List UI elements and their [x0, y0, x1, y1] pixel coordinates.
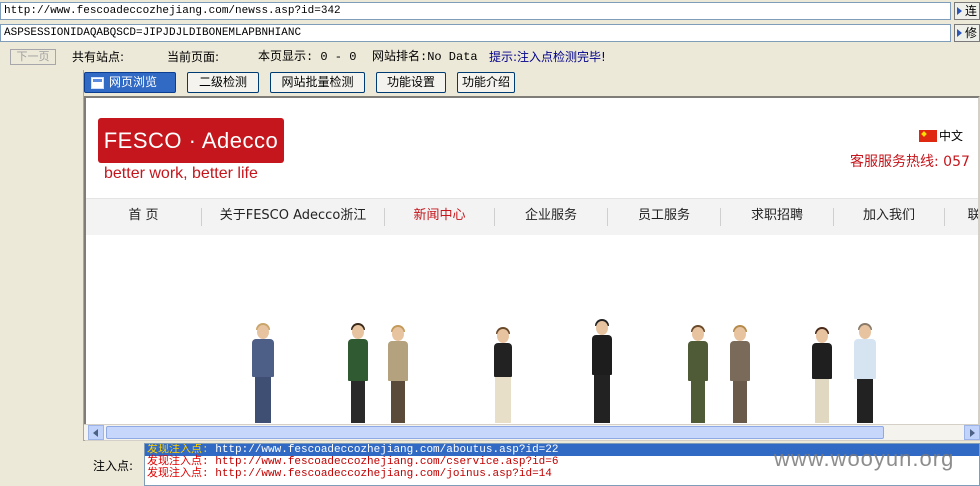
tab-web-browse[interactable]: 网页浏览: [84, 72, 176, 93]
person-figure: [344, 323, 372, 423]
injection-url: http://www.fescoadeccozhejiang.com/cserv…: [215, 456, 559, 468]
tab-label: 网页浏览: [109, 75, 158, 89]
person-figure: [384, 325, 412, 423]
modify-button-label: 修: [965, 26, 978, 40]
person-figure: [684, 325, 712, 423]
browser-window-icon: [91, 77, 104, 89]
logo-wordmark: FESCO · Adecco: [98, 118, 284, 163]
injection-prefix: 发现注入点:: [147, 444, 209, 456]
scrollbar-thumb[interactable]: [106, 426, 884, 439]
injection-prefix: 发现注入点:: [147, 456, 209, 468]
nav-enterprise-services[interactable]: 企业服务: [495, 199, 607, 235]
scroll-right-arrow-icon[interactable]: [964, 425, 980, 440]
injection-url: http://www.fescoadeccozhejiang.com/joinu…: [215, 468, 552, 480]
modify-cookie-button[interactable]: 修: [954, 24, 980, 42]
tab-about[interactable]: 功能介绍: [457, 72, 515, 93]
tab-settings[interactable]: 功能设置: [376, 72, 446, 93]
status-tip: 提示:注入点检测完毕!: [489, 50, 606, 64]
injection-label: 注入点:: [93, 459, 134, 473]
sites-count-label: 共有站点:: [72, 50, 125, 64]
person-figure: [726, 325, 754, 423]
site-rank: 网站排名:No Data: [372, 50, 478, 64]
language-label: 中文: [939, 129, 964, 143]
current-page-label: 当前页面:: [167, 50, 220, 64]
nav-news[interactable]: 新闻中心: [385, 199, 494, 235]
injection-prefix: 发现注入点:: [147, 468, 209, 480]
browser-viewport[interactable]: FESCO · Adecco better work, better life …: [84, 96, 980, 441]
watermark: www.wooyun.org: [774, 446, 955, 471]
cookie-input[interactable]: ASPSESSIONIDAQABQSCD=JIPJDJLDIBONEMLAPBN…: [0, 24, 951, 42]
go-button-label: 连: [965, 4, 978, 18]
injection-url: http://www.fescoadeccozhejiang.com/about…: [215, 444, 559, 456]
logo-slogan: better work, better life: [104, 165, 258, 182]
nav-employee-services[interactable]: 员工服务: [608, 199, 720, 235]
person-figure: [582, 319, 622, 423]
page-display-range: 本页显示: 0 - 0: [258, 50, 357, 64]
left-panel: [0, 70, 84, 441]
nav-divider: [944, 208, 945, 226]
china-flag-icon: [919, 130, 937, 142]
tab-level2-detect[interactable]: 二级检测: [187, 72, 259, 93]
person-figure: [850, 323, 880, 423]
fesco-adecco-logo[interactable]: FESCO · Adecco better work, better life: [98, 118, 285, 189]
next-page-button[interactable]: 下一页: [10, 49, 56, 65]
nav-join-us[interactable]: 加入我们: [834, 199, 944, 235]
arrow-icon: [957, 29, 962, 37]
language-switch[interactable]: 中文: [919, 127, 963, 144]
person-figure: [248, 323, 278, 423]
horizontal-scrollbar[interactable]: [84, 424, 980, 440]
status-row: 下一页 共有站点: 当前页面: 本页显示: 0 - 0 网站排名:No Data…: [0, 48, 980, 66]
nav-about[interactable]: 关于FESCO Adecco浙江: [202, 199, 384, 235]
person-figure: [808, 327, 836, 423]
nav-home[interactable]: 首 页: [86, 199, 201, 235]
nav-contact[interactable]: 联: [964, 199, 978, 235]
person-figure: [486, 327, 520, 423]
scroll-left-arrow-icon[interactable]: [88, 425, 104, 440]
arrow-icon: [957, 7, 962, 15]
site-nav: 首 页 关于FESCO Adecco浙江 新闻中心 企业服务 员工服务 求职招聘…: [86, 198, 978, 236]
url-input[interactable]: http://www.fescoadeccozhejiang.com/newss…: [0, 2, 951, 20]
tab-batch-detect[interactable]: 网站批量检测: [270, 72, 365, 93]
service-hotline: 客服服务热线: 057: [850, 154, 970, 170]
nav-jobs[interactable]: 求职招聘: [721, 199, 833, 235]
go-button[interactable]: 连: [954, 2, 980, 20]
hero-banner-people: [86, 235, 978, 423]
